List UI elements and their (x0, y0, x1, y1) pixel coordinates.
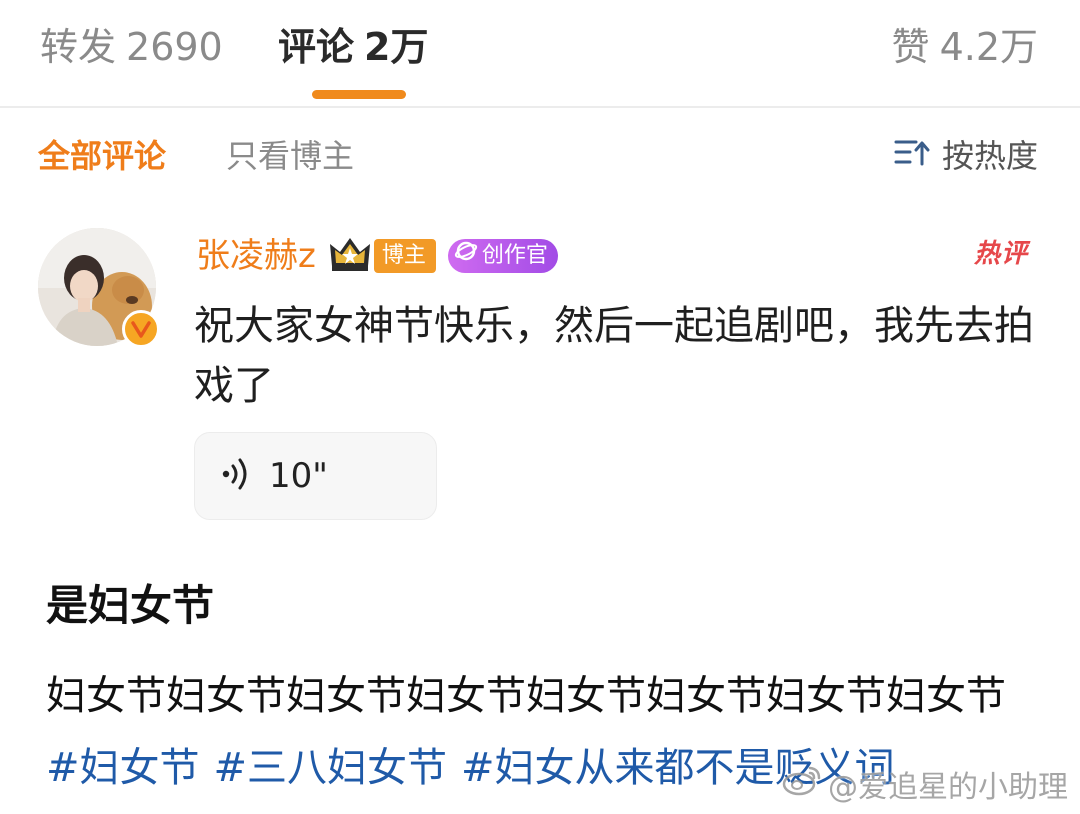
tab-comments-label: 评论 (278, 25, 355, 69)
filter-blogger-only[interactable]: 只看博主 (226, 130, 354, 182)
article-body-text: 妇女节妇女节妇女节妇女节妇女节妇女节妇女节妇女节 (46, 673, 1006, 719)
voice-wave-icon (195, 457, 251, 495)
verified-v-icon (122, 310, 160, 348)
creator-badge: 创作官 (447, 239, 558, 274)
tab-likes-label: 赞 (891, 25, 930, 69)
tab-likes[interactable]: 赞 4.2万 (892, 22, 1038, 72)
watermark-text: @爱追星的小助理 (828, 770, 1068, 805)
commenter-username[interactable]: 张凌赫z (196, 232, 316, 280)
tab-repost[interactable]: 转发 2690 (40, 22, 223, 72)
blogger-badge: 博主 (373, 239, 436, 273)
comment-text: 祝大家女神节快乐，然后一起追剧吧，我先去拍戏了 (194, 303, 1034, 409)
hashtag-link[interactable]: #三八妇女节 (214, 745, 448, 791)
weibo-watermark: @爱追星的小助理 (782, 762, 1068, 806)
sort-label: 按热度 (941, 137, 1038, 175)
comment-filter-bar: 全部评论 只看博主 按热度 (0, 130, 1080, 182)
tab-repost-count: 2690 (126, 25, 223, 69)
tab-repost-label: 转发 (40, 25, 117, 69)
voice-message-player[interactable]: 10" (194, 432, 437, 520)
filter-all-comments[interactable]: 全部评论 (38, 130, 166, 182)
stats-tab-bar: 转发 2690 评论 2万 赞 4.2万 (0, 0, 1080, 108)
hashtag-link[interactable]: #妇女节 (46, 745, 200, 791)
hot-comment-tag: 热评 (973, 239, 1028, 269)
commenter-info-row: 张凌赫z 博主 创作官 (196, 232, 558, 280)
tab-comments[interactable]: 评论 2万 (278, 22, 428, 72)
sort-icon (894, 130, 942, 182)
section-title: 是妇女节 (46, 581, 215, 630)
crown-icon (328, 236, 372, 276)
weibo-logo-icon (782, 764, 828, 804)
tab-likes-count: 4.2万 (939, 25, 1038, 69)
creator-badge-label: 创作官 (481, 243, 548, 268)
sort-by-popularity-button[interactable]: 按热度 (894, 130, 1038, 182)
commenter-avatar[interactable] (38, 228, 160, 348)
active-tab-indicator (312, 90, 406, 99)
tab-comments-count: 2万 (364, 25, 429, 69)
creator-badge-icon (454, 239, 478, 274)
voice-duration: 10" (269, 456, 328, 496)
